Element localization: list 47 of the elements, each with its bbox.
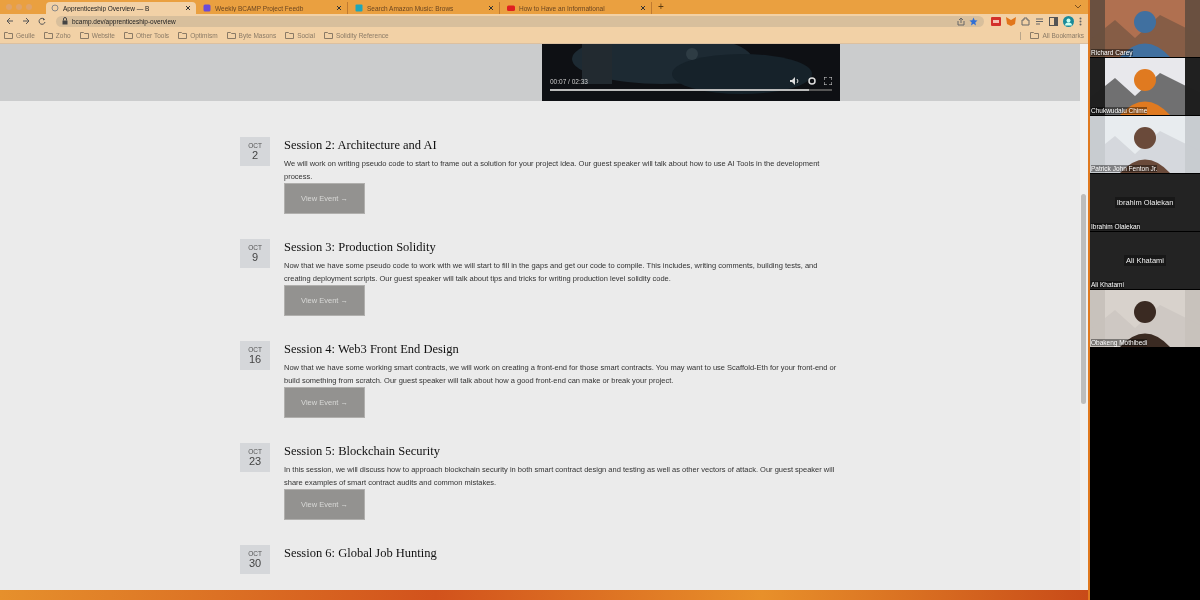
folder-icon [79,31,89,40]
window-controls-drawing [4,3,34,11]
form-icon [203,4,211,12]
volume-icon [790,77,800,85]
star-icon [969,16,978,26]
play-icon [507,4,515,12]
session-title: Session 2: Architecture and AI [284,138,438,153]
reading-list-icon [1035,16,1044,26]
fox-icon [1006,16,1016,26]
folder-icon [4,31,13,40]
folder-icon [124,31,133,40]
new-tab-button[interactable]: + [654,2,668,12]
globe-icon [51,4,59,12]
close-icon [640,5,646,11]
fullscreen-icon [824,77,832,85]
close-icon [488,5,494,11]
folder-icon [226,31,236,40]
music-icon [355,4,363,12]
side-panel-icon [1049,16,1058,26]
close-icon [336,5,342,11]
avatar-icon [1063,15,1074,27]
session-title: Session 5: Blockchain Security [284,444,441,459]
settings-icon [808,77,816,85]
folder-icon [43,31,53,40]
forward-icon [22,17,30,25]
back-icon [6,17,14,25]
chevron-down-icon [1074,4,1082,10]
session-title: Session 6: Global Job Hunting [284,546,438,561]
folder-icon [323,31,333,40]
date-day: 9 [251,251,259,263]
date-day: 2 [251,149,259,161]
folder-icon [178,31,188,40]
share-icon [957,16,965,26]
date-day: 30 [248,557,262,569]
more-menu-icon [1079,16,1082,26]
folder-icon [285,31,295,40]
reload-icon [38,17,46,25]
folder-icon [1030,31,1040,40]
scrollbar-thumb[interactable] [1081,194,1086,404]
extension-badge-icon [991,16,1001,26]
date-day: 16 [248,353,262,365]
date-day: 23 [248,455,262,467]
session-title: Session 4: Web3 Front End Design [284,342,460,357]
lock-icon [62,17,68,25]
scrollbar[interactable] [1080,44,1088,590]
session-title: Session 3: Production Solidity [284,240,437,255]
close-icon [185,5,191,11]
